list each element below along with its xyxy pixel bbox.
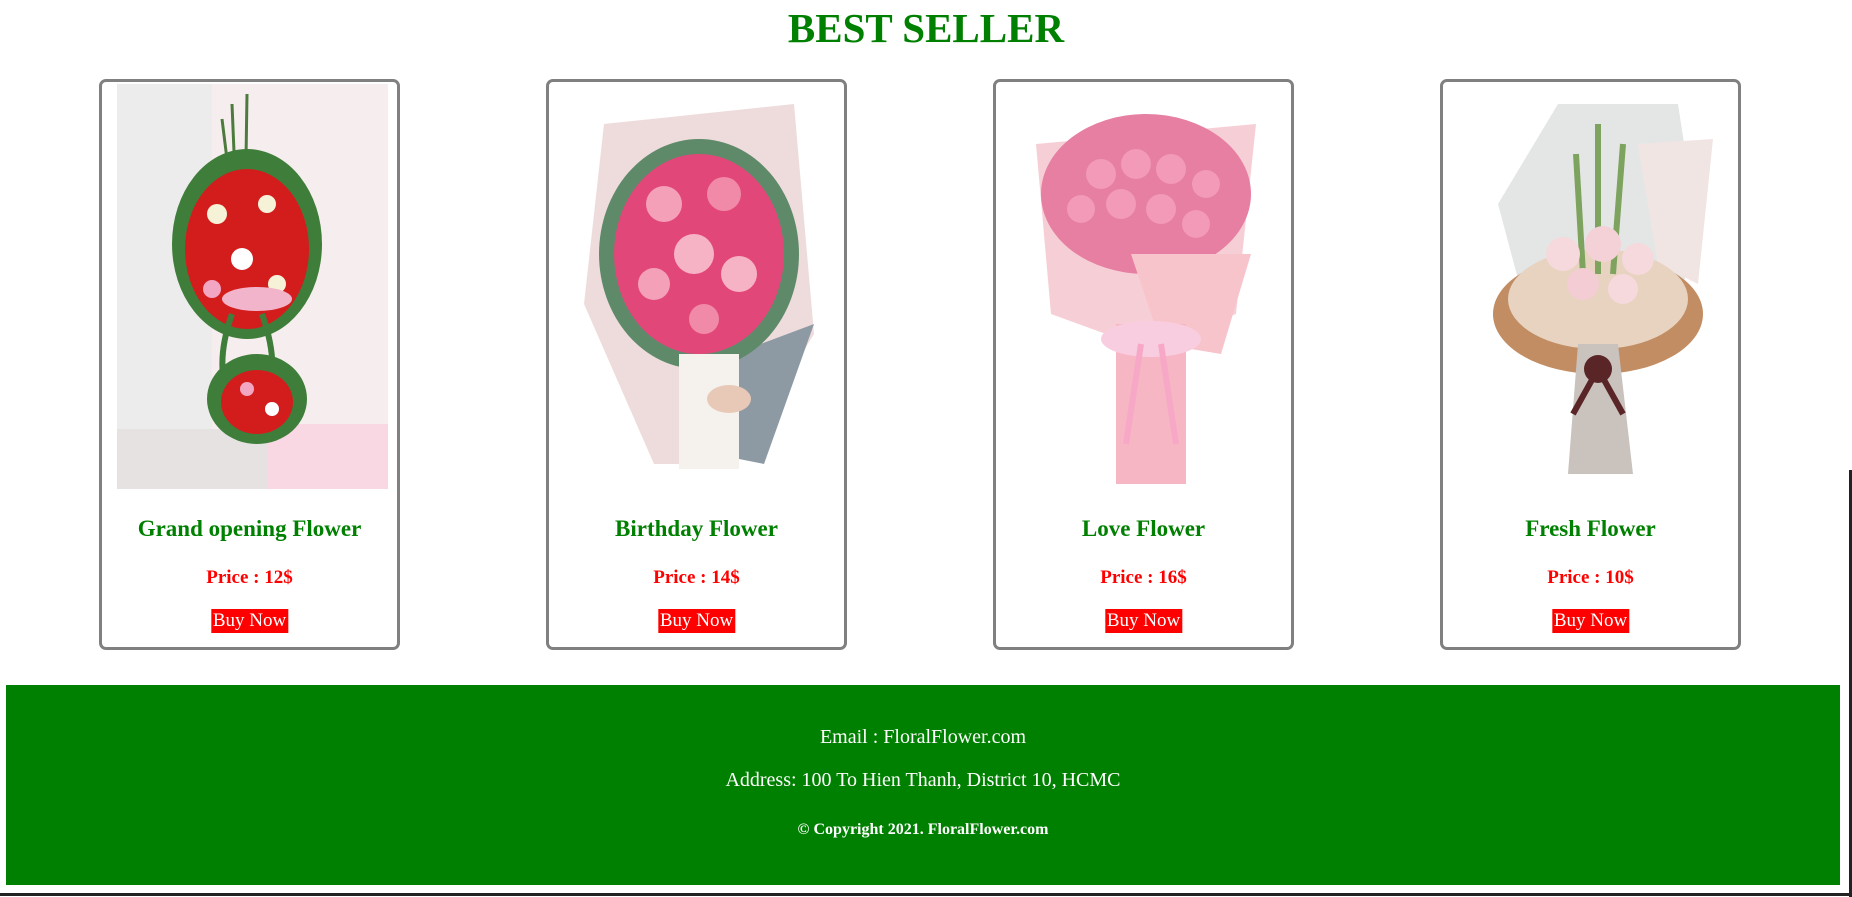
footer-copyright: © Copyright 2021. FloralFlower.com	[797, 821, 1049, 838]
product-name: Grand opening Flower	[137, 516, 362, 541]
bottom-border	[0, 893, 1852, 896]
product-card-grand-opening: Grand opening Flower Price : 12$ Buy Now	[99, 79, 400, 650]
buy-now-button[interactable]: Buy Now	[1104, 609, 1183, 633]
product-price: Price : 10$	[1547, 567, 1634, 588]
footer-email: Email : FloralFlower.com	[819, 726, 1027, 748]
best-seller-page: BEST SELLER Grand opening Flower Price:…	[0, 0, 1852, 897]
product-card-birthday: Birthday Flower Price : 14$ Buy Now	[546, 79, 847, 650]
section-title: BEST SELLER	[787, 5, 1065, 51]
site-footer: Email : FloralFlower.com Address: 100 To…	[6, 685, 1840, 885]
product-price: Price : 12$	[206, 567, 293, 588]
buy-now-button[interactable]: Buy Now	[210, 609, 289, 633]
product-card-fresh: Fresh Flower Price : 10$ Buy Now	[1440, 79, 1741, 650]
product-price: Price : 14$	[653, 567, 740, 588]
product-card-love: Love Flower Price : 16$ Buy Now	[993, 79, 1294, 650]
pink-rose-bouquet-image	[1011, 84, 1282, 489]
fresh-flower-bouquet-image	[1458, 84, 1729, 489]
product-name: Birthday Flower	[615, 516, 778, 541]
grand-opening-flower-stand-image	[117, 84, 388, 489]
buy-now-button[interactable]: Buy Now	[1551, 609, 1630, 633]
birthday-bouquet-image	[564, 84, 835, 489]
product-name: Love Flower	[1081, 516, 1206, 541]
footer-address: Address: 100 To Hien Thanh, District 10,…	[725, 769, 1121, 791]
product-name: Fresh Flower	[1525, 516, 1656, 541]
buy-now-button[interactable]: Buy Now	[657, 609, 736, 633]
product-price: Price : 16$	[1100, 567, 1187, 588]
